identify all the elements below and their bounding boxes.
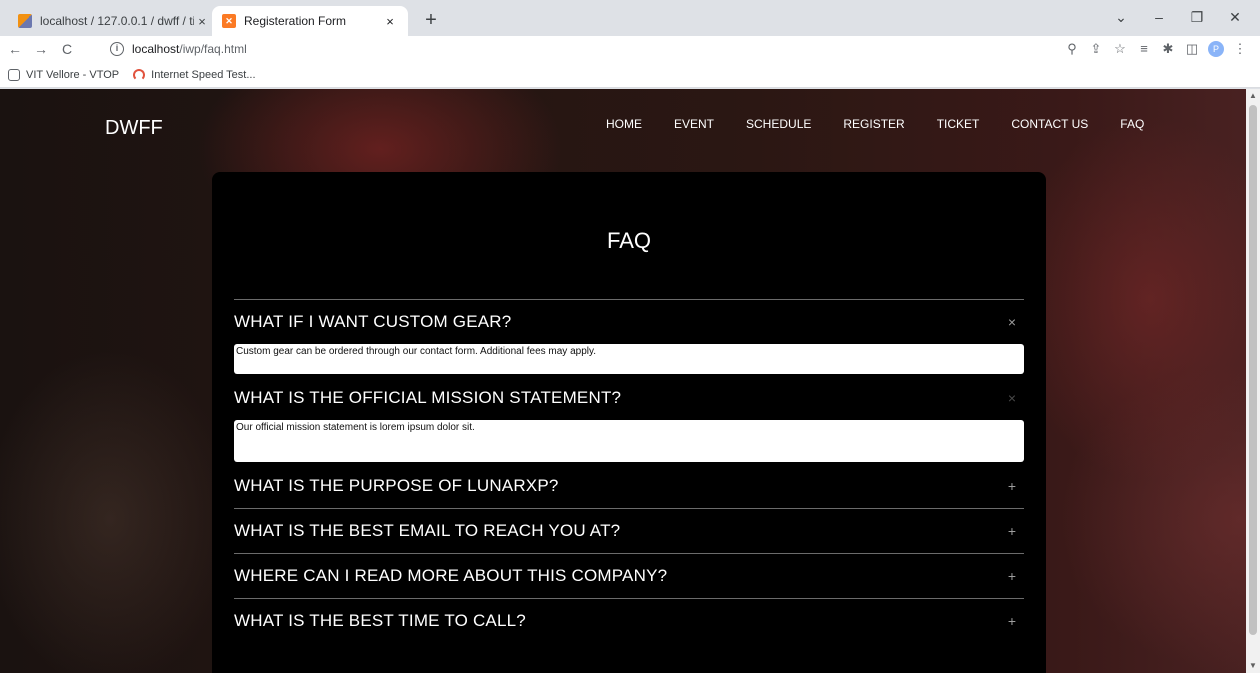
faq-answer: Our official mission statement is lorem … xyxy=(234,420,1024,462)
expand-icon[interactable]: + xyxy=(1004,478,1020,494)
bookmarks-bar: VIT Vellore - VTOP Internet Speed Test..… xyxy=(0,62,1260,88)
expand-icon[interactable]: + xyxy=(1004,523,1020,539)
forward-button[interactable]: → xyxy=(30,41,52,57)
address-bar[interactable]: i localhost /iwp/faq.html xyxy=(100,38,1035,60)
scroll-thumb[interactable] xyxy=(1249,105,1257,635)
collapse-icon[interactable]: × xyxy=(1004,314,1020,330)
nav-register[interactable]: REGISTER xyxy=(843,117,904,131)
tab-title: localhost / 127.0.0.1 / dwff / ticke xyxy=(40,14,194,28)
bookmark-label: VIT Vellore - VTOP xyxy=(26,68,120,81)
reload-button[interactable]: C xyxy=(56,41,78,57)
menu-kebab-icon[interactable]: ⋮ xyxy=(1228,39,1252,59)
page-viewport: DWFF HOME EVENT SCHEDULE REGISTER TICKET… xyxy=(0,89,1260,673)
toolbar-icons: ⚲ ⇪ ☆ ≡ ✱ ◫ P ⋮ xyxy=(1060,39,1252,59)
tab-registration-form[interactable]: ✕ Registeration Form × xyxy=(212,6,408,36)
faq-question-row[interactable]: WHAT IF I WANT CUSTOM GEAR? × xyxy=(234,300,1024,344)
faq-question: WHERE CAN I READ MORE ABOUT THIS COMPANY… xyxy=(234,566,668,585)
collapse-icon[interactable]: × xyxy=(1004,390,1020,406)
restore-button[interactable]: ❐ xyxy=(1178,6,1216,28)
share-icon[interactable]: ⇪ xyxy=(1084,39,1108,59)
faq-question-row[interactable]: WHAT IS THE OFFICIAL MISSION STATEMENT? … xyxy=(234,376,1024,420)
extensions-puzzle-icon[interactable]: ✱ xyxy=(1156,39,1180,59)
faq-question-row[interactable]: WHAT IS THE BEST TIME TO CALL? + xyxy=(234,599,1024,643)
phpmyadmin-icon xyxy=(18,14,32,28)
side-panel-icon[interactable]: ◫ xyxy=(1180,39,1204,59)
site-brand[interactable]: DWFF xyxy=(105,117,163,140)
nav-event[interactable]: EVENT xyxy=(674,117,714,131)
close-tab-icon[interactable]: × xyxy=(194,14,210,29)
browser-toolbar: ← → C i localhost /iwp/faq.html ⚲ ⇪ ☆ ≡ … xyxy=(0,36,1260,62)
minimize-button[interactable]: – xyxy=(1140,6,1178,28)
url-path: /iwp/faq.html xyxy=(179,42,247,56)
nav-home[interactable]: HOME xyxy=(606,117,642,131)
faq-item: WHAT IS THE PURPOSE OF LUNARXP? + xyxy=(234,464,1024,508)
faq-question: WHAT IF I WANT CUSTOM GEAR? xyxy=(234,312,512,331)
site-nav: HOME EVENT SCHEDULE REGISTER TICKET CONT… xyxy=(606,117,1176,131)
expand-icon[interactable]: + xyxy=(1004,568,1020,584)
faq-card: FAQ WHAT IF I WANT CUSTOM GEAR? × Custom… xyxy=(212,172,1046,673)
faq-list: WHAT IF I WANT CUSTOM GEAR? × Custom gea… xyxy=(234,299,1024,643)
faq-question: WHAT IS THE BEST EMAIL TO REACH YOU AT? xyxy=(234,521,621,540)
nav-faq[interactable]: FAQ xyxy=(1120,117,1144,131)
bookmark-folder-icon xyxy=(8,68,20,81)
tab-strip: localhost / 127.0.0.1 / dwff / ticke × ✕… xyxy=(0,0,1260,36)
faq-item: WHAT IS THE BEST EMAIL TO REACH YOU AT? … xyxy=(234,508,1024,553)
scroll-up-icon[interactable]: ▲ xyxy=(1246,89,1260,103)
faq-title: FAQ xyxy=(606,228,651,253)
close-window-button[interactable]: ✕ xyxy=(1216,6,1254,28)
nav-schedule[interactable]: SCHEDULE xyxy=(746,117,811,131)
window-controls: ⌄ – ❐ ✕ xyxy=(1102,6,1254,28)
bookmark-label: Internet Speed Test... xyxy=(151,68,256,81)
expand-icon[interactable]: + xyxy=(1004,613,1020,629)
xampp-icon: ✕ xyxy=(222,14,236,28)
back-button[interactable]: ← xyxy=(4,41,26,57)
nav-ticket[interactable]: TICKET xyxy=(937,117,980,131)
faq-question: WHAT IS THE PURPOSE OF LUNARXP? xyxy=(234,476,559,495)
zoom-icon[interactable]: ⚲ xyxy=(1060,39,1084,59)
faq-question-row[interactable]: WHAT IS THE BEST EMAIL TO REACH YOU AT? … xyxy=(234,509,1024,553)
faq-item: WHERE CAN I READ MORE ABOUT THIS COMPANY… xyxy=(234,553,1024,598)
scroll-down-icon[interactable]: ▼ xyxy=(1246,659,1260,673)
faq-question-row[interactable]: WHAT IS THE PURPOSE OF LUNARXP? + xyxy=(234,464,1024,508)
url-host: localhost xyxy=(132,42,180,56)
faq-item: WHAT IS THE OFFICIAL MISSION STATEMENT? … xyxy=(234,376,1024,462)
speedometer-icon xyxy=(133,68,146,81)
faq-question-row[interactable]: WHERE CAN I READ MORE ABOUT THIS COMPANY… xyxy=(234,554,1024,598)
faq-answer: Custom gear can be ordered through our c… xyxy=(234,344,1024,374)
new-tab-button[interactable]: + xyxy=(418,8,444,34)
faq-item: WHAT IS THE BEST TIME TO CALL? + xyxy=(234,598,1024,643)
page-scrollbar[interactable]: ▲ ▼ xyxy=(1246,89,1260,673)
bookmark-star-icon[interactable]: ☆ xyxy=(1108,39,1132,59)
tab-title: Registeration Form xyxy=(244,14,347,28)
faq-question: WHAT IS THE BEST TIME TO CALL? xyxy=(234,611,526,630)
extension-icon[interactable]: ≡ xyxy=(1132,39,1156,59)
faq-question: WHAT IS THE OFFICIAL MISSION STATEMENT? xyxy=(234,388,622,407)
faq-item: WHAT IF I WANT CUSTOM GEAR? × Custom gea… xyxy=(234,299,1024,374)
site-info-icon[interactable]: i xyxy=(110,42,124,56)
tab-search-icon[interactable]: ⌄ xyxy=(1102,6,1140,28)
bookmark-vtop[interactable]: VIT Vellore - VTOP xyxy=(8,68,120,81)
bookmark-speed-test[interactable]: Internet Speed Test... xyxy=(133,68,256,81)
close-tab-icon[interactable]: × xyxy=(382,14,398,29)
profile-avatar[interactable]: P xyxy=(1208,41,1224,57)
tab-phpmyadmin[interactable]: localhost / 127.0.0.1 / dwff / ticke × xyxy=(8,6,220,36)
nav-contact-us[interactable]: CONTACT US xyxy=(1011,117,1088,131)
